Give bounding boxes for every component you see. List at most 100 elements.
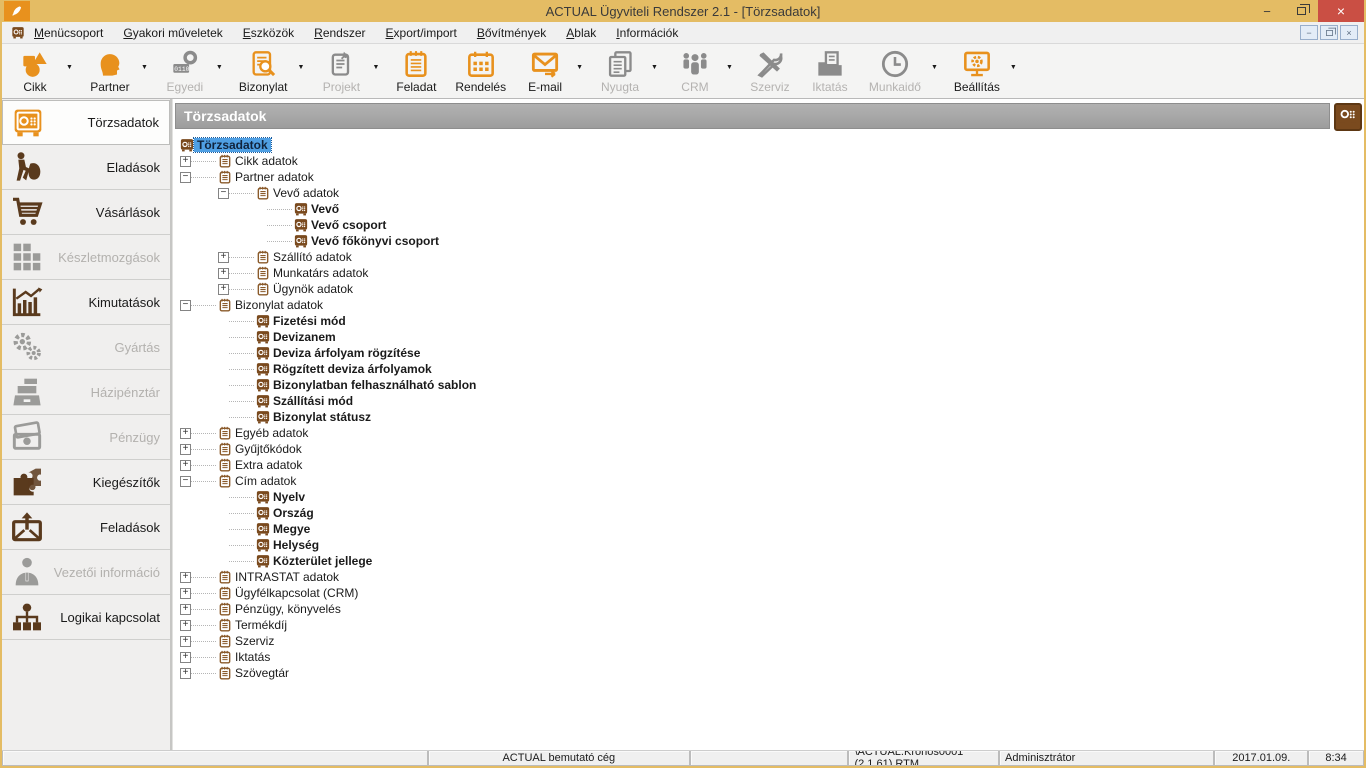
menu-item-ablak[interactable]: Ablak — [566, 26, 596, 40]
sidebar-item-felad-sok[interactable]: Feladások — [2, 505, 170, 550]
sidebar-item-elad-sok[interactable]: Eladások — [2, 145, 170, 190]
tree-item-orsz-g[interactable]: Ország — [173, 505, 1364, 521]
tree-item-partner-adatok[interactable]: −Partner adatok — [173, 169, 1364, 185]
collapse-icon[interactable]: − — [180, 300, 191, 311]
tree-item-megye[interactable]: Megye — [173, 521, 1364, 537]
dropdown-arrow-icon[interactable]: ▼ — [294, 64, 309, 71]
dropdown-arrow-icon: ▼ — [722, 64, 737, 71]
tree-item-r-gz-tett-deviza-rfolyamok[interactable]: Rögzített deviza árfolyamok — [173, 361, 1364, 377]
tree-item-vev-csoport[interactable]: Vevő csoport — [173, 217, 1364, 233]
tree-item-cikk-adatok[interactable]: +Cikk adatok — [173, 153, 1364, 169]
sidebar-item-v-s-rl-sok[interactable]: Vásárlások — [2, 190, 170, 235]
tree-item-bizonylat-st-tusz[interactable]: Bizonylat státusz — [173, 409, 1364, 425]
header-safe-button[interactable] — [1334, 103, 1362, 131]
expand-icon[interactable]: + — [180, 572, 191, 583]
tree-item-gy-jt-k-dok[interactable]: +Gyűjtőkódok — [173, 441, 1364, 457]
tree-item-sz-ll-t-adatok[interactable]: +Szállító adatok — [173, 249, 1364, 265]
safe-icon — [255, 362, 270, 377]
expand-icon[interactable]: + — [180, 156, 191, 167]
tree-item-vev-[interactable]: Vevő — [173, 201, 1364, 217]
tree-item-t-rzsadatok[interactable]: Törzsadatok — [173, 137, 1364, 153]
expand-icon[interactable]: + — [180, 588, 191, 599]
tree-item-helys-g[interactable]: Helység — [173, 537, 1364, 553]
menu-item-eszk-z-k[interactable]: Eszközök — [243, 26, 294, 40]
expand-icon[interactable]: + — [218, 252, 229, 263]
tree-item-label: Szerviz — [232, 634, 277, 648]
expand-icon[interactable]: + — [180, 460, 191, 471]
tree-item-term-kd-j[interactable]: +Termékdíj — [173, 617, 1364, 633]
minimize-button[interactable]: − — [1250, 0, 1284, 22]
menu-item-b-v-tm-nyek[interactable]: Bővítmények — [477, 26, 546, 40]
tree-item-nyelv[interactable]: Nyelv — [173, 489, 1364, 505]
expand-icon[interactable]: + — [180, 636, 191, 647]
collapse-icon[interactable]: − — [180, 476, 191, 487]
notepad-icon — [255, 186, 270, 201]
notepad-icon — [255, 250, 270, 265]
sidebar-item-logikai-kapcsolat[interactable]: Logikai kapcsolat — [2, 595, 170, 640]
expand-icon[interactable]: + — [180, 668, 191, 679]
dropdown-arrow-icon[interactable]: ▼ — [572, 64, 587, 71]
expand-icon[interactable]: + — [180, 652, 191, 663]
close-button[interactable]: × — [1318, 0, 1364, 22]
expand-icon[interactable]: + — [180, 604, 191, 615]
toolbar-button-cikk[interactable]: Cikk — [8, 45, 62, 97]
tree-item-egy-b-adatok[interactable]: +Egyéb adatok — [173, 425, 1364, 441]
notepad-icon — [217, 170, 232, 185]
tree-item-p-nz-gy-k-nyvel-s[interactable]: +Pénzügy, könyvelés — [173, 601, 1364, 617]
tree-item-vev-adatok[interactable]: −Vevő adatok — [173, 185, 1364, 201]
menu-item-export-import[interactable]: Export/import — [386, 26, 457, 40]
mdi-minimize-button[interactable]: − — [1300, 25, 1318, 40]
dropdown-arrow-icon[interactable]: ▼ — [62, 64, 77, 71]
tree-connector-line — [191, 641, 216, 642]
collapse-icon[interactable]: − — [180, 172, 191, 183]
menu-item-rendszer[interactable]: Rendszer — [314, 26, 365, 40]
toolbar-button-partner[interactable]: Partner — [83, 45, 137, 97]
menu-item-inform-ci-k[interactable]: Információk — [616, 26, 678, 40]
tree-item--gyf-lkapcsolat-crm-[interactable]: +Ügyfélkapcsolat (CRM) — [173, 585, 1364, 601]
menu-item-gyakori-m-veletek[interactable]: Gyakori műveletek — [123, 26, 222, 40]
tree-item-fizet-si-m-d[interactable]: Fizetési mód — [173, 313, 1364, 329]
mdi-close-button[interactable]: × — [1340, 25, 1358, 40]
expand-icon[interactable]: + — [180, 428, 191, 439]
expand-icon[interactable]: + — [180, 620, 191, 631]
sidebar-item-label: Vásárlások — [44, 205, 160, 220]
expand-icon[interactable]: + — [180, 444, 191, 455]
mdi-restore-button[interactable] — [1320, 25, 1338, 40]
expand-icon[interactable]: + — [218, 268, 229, 279]
sidebar-item-kieg-sz-t-k[interactable]: Kiegészítők — [2, 460, 170, 505]
tree-item-devizanem[interactable]: Devizanem — [173, 329, 1364, 345]
toolbar-button-feladat[interactable]: Feladat — [389, 45, 443, 97]
toolbar-button-be-ll-t-s[interactable]: Beállítás — [948, 45, 1006, 97]
sidebar-item-t-rzsadatok[interactable]: Törzsadatok — [2, 100, 170, 145]
tree-item-munkat-rs-adatok[interactable]: +Munkatárs adatok — [173, 265, 1364, 281]
tree-item-sz-ll-t-si-m-d[interactable]: Szállítási mód — [173, 393, 1364, 409]
collapse-icon[interactable]: − — [218, 188, 229, 199]
restore-button[interactable] — [1284, 0, 1318, 22]
tree-item-vev-f-k-nyvi-csoport[interactable]: Vevő főkönyvi csoport — [173, 233, 1364, 249]
title-bar: ACTUAL Ügyviteli Rendszer 2.1 - [Törzsad… — [2, 0, 1364, 22]
toolbar-button-e-mail[interactable]: E-mail — [518, 45, 572, 97]
tree-item-intrastat-adatok[interactable]: +INTRASTAT adatok — [173, 569, 1364, 585]
tree-item-deviza-rfolyam-r-gz-t-se[interactable]: Deviza árfolyam rögzítése — [173, 345, 1364, 361]
safe-icon — [1337, 104, 1359, 131]
dropdown-arrow-icon[interactable]: ▼ — [137, 64, 152, 71]
tree-item-bizonylat-adatok[interactable]: −Bizonylat adatok — [173, 297, 1364, 313]
tree-item-bizonylatban-felhaszn-lhat-sablon[interactable]: Bizonylatban felhasználható sablon — [173, 377, 1364, 393]
tree-item-k-zter-let-jellege[interactable]: Közterület jellege — [173, 553, 1364, 569]
mdi-child-safe-icon — [10, 26, 26, 40]
sidebar-item-kimutat-sok[interactable]: Kimutatások — [2, 280, 170, 325]
tree-item--gyn-k-adatok[interactable]: +Ügynök adatok — [173, 281, 1364, 297]
tree-item-iktat-s[interactable]: +Iktatás — [173, 649, 1364, 665]
tree-item-extra-adatok[interactable]: +Extra adatok — [173, 457, 1364, 473]
tree-item-sz-vegt-r[interactable]: +Szövegtár — [173, 665, 1364, 681]
menu-items: Menücsoport Gyakori műveletek Eszközök Rend… — [34, 26, 698, 40]
mdi-restore-icon — [1326, 30, 1333, 36]
expand-icon[interactable]: + — [218, 284, 229, 295]
tree-item-szerviz[interactable]: + Szerviz — [173, 633, 1364, 649]
toolbar-button-bizonylat[interactable]: Bizonylat — [233, 45, 294, 97]
dropdown-arrow-icon[interactable]: ▼ — [1006, 64, 1021, 71]
safe-icon — [255, 410, 270, 425]
toolbar-button-rendel-s[interactable]: Rendelés — [449, 45, 512, 97]
tree-item-c-m-adatok[interactable]: −Cím adatok — [173, 473, 1364, 489]
menu-item-men-csoport[interactable]: Menücsoport — [34, 26, 103, 40]
